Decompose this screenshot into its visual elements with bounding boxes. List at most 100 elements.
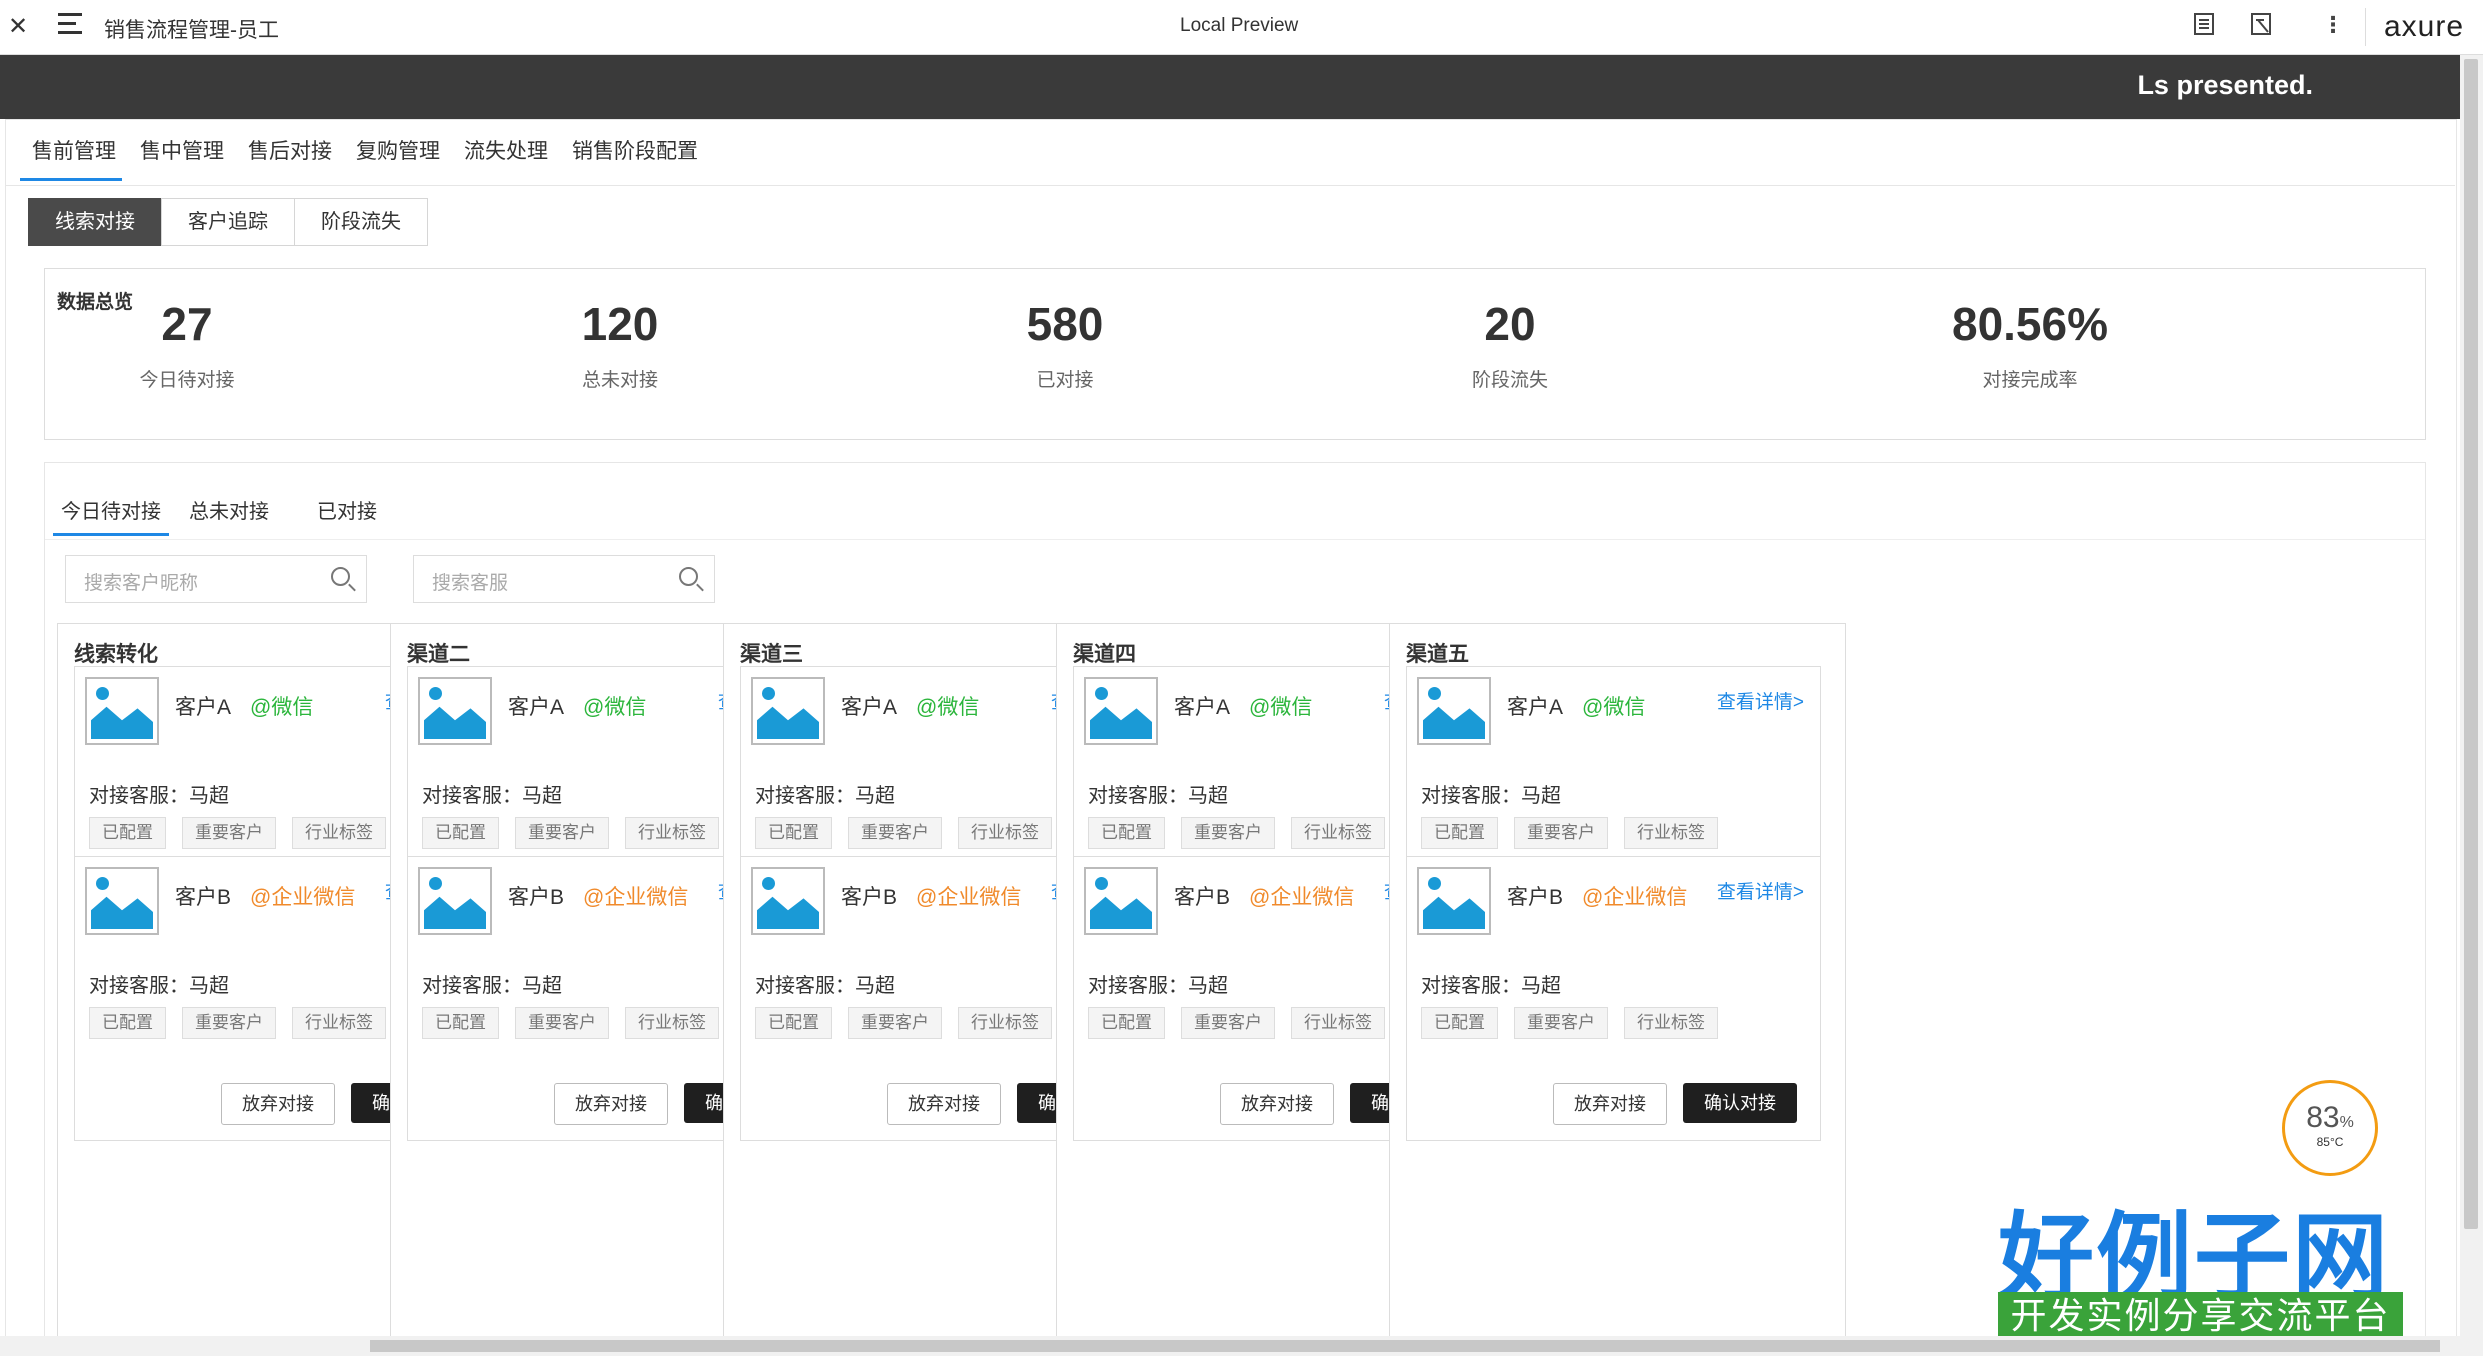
more-options-icon[interactable]: ⋮ xyxy=(2322,12,2346,38)
tab-connected[interactable]: 已对接 xyxy=(309,495,385,536)
main-tabs: 售前管理 售中管理 售后对接 复购管理 流失处理 销售阶段配置 xyxy=(20,135,710,181)
stat-value: 27 xyxy=(161,298,213,350)
scrollbar-thumb[interactable] xyxy=(2464,59,2478,1229)
customer-source: @微信 xyxy=(1249,696,1313,719)
watermark-logo: 好例子网 开发实例分享交流平台 xyxy=(1998,1180,2408,1352)
customer-source: @微信 xyxy=(1582,696,1646,719)
subtab-tracking[interactable]: 客户追踪 xyxy=(161,198,295,246)
tag-list: 已配置 重要客户 行业标签 xyxy=(89,817,402,849)
tab-today-pending[interactable]: 今日待对接 xyxy=(53,495,169,536)
tab-stage-config[interactable]: 销售阶段配置 xyxy=(560,135,710,181)
assigned-agent: 对接客服：马超 xyxy=(89,975,229,997)
temperature: 85°C xyxy=(2316,1135,2344,1149)
tag-list: 已配置 重要客户 行业标签 xyxy=(89,1007,402,1039)
subtab-leads[interactable]: 线索对接 xyxy=(28,198,162,246)
tag-label: 重要客户 xyxy=(1514,1007,1608,1039)
stat-label: 已对接 xyxy=(1036,370,1094,391)
column-title: 渠道五 xyxy=(1406,643,1469,666)
tag-label: 重要客户 xyxy=(1181,817,1275,849)
tab-presale[interactable]: 售前管理 xyxy=(20,135,128,181)
tag-label: 已配置 xyxy=(89,1007,166,1039)
abandon-button[interactable]: 放弃对接 xyxy=(554,1083,668,1125)
tag-label: 已配置 xyxy=(755,1007,832,1039)
customer-name: 客户A xyxy=(175,696,232,719)
abandon-button[interactable]: 放弃对接 xyxy=(1220,1083,1334,1125)
assigned-agent: 对接客服：马超 xyxy=(422,975,562,997)
tab-total-pending[interactable]: 总未对接 xyxy=(181,495,277,536)
subtab-stage-loss[interactable]: 阶段流失 xyxy=(294,198,428,246)
customer-name: 客户A xyxy=(508,696,565,719)
assigned-agent: 对接客服：马超 xyxy=(422,785,562,807)
stat-label: 总未对接 xyxy=(581,370,658,391)
assigned-agent: 对接客服：马超 xyxy=(755,975,895,997)
search-icon[interactable] xyxy=(679,567,698,586)
customer-card[interactable]: 客户B @企业微信 查看详情> 对接客服：马超已配置重要客户行业标签放弃对接确认对接 xyxy=(1406,856,1821,1141)
tag-label: 重要客户 xyxy=(515,1007,609,1039)
avatar-image-icon xyxy=(418,867,492,935)
tag-list: 已配置 重要客户 行业标签 xyxy=(422,817,735,849)
tab-repurchase[interactable]: 复购管理 xyxy=(344,135,452,181)
customer-name: 客户B xyxy=(841,886,898,909)
board-tabs-divider xyxy=(45,539,2425,540)
confirm-button[interactable]: 确认对接 xyxy=(1683,1083,1797,1123)
customer-name: 客户A xyxy=(1507,696,1564,719)
notes-icon[interactable] xyxy=(2193,12,2217,38)
customer-name: 客户B xyxy=(1174,886,1231,909)
avatar-image-icon xyxy=(85,867,159,935)
view-details-link[interactable]: 查看详情> xyxy=(1717,687,1804,714)
tag-label: 重要客户 xyxy=(1181,1007,1275,1039)
search-icon[interactable] xyxy=(331,567,350,586)
view-details-link[interactable]: 查看详情> xyxy=(1717,877,1804,904)
customer-name: 客户B xyxy=(1507,886,1564,909)
customer-source: @企业微信 xyxy=(250,886,356,909)
tag-label: 已配置 xyxy=(422,1007,499,1039)
tag-label: 重要客户 xyxy=(182,817,276,849)
system-monitor-widget[interactable]: 83% 85°C xyxy=(2282,1080,2378,1176)
percent-unit: % xyxy=(2339,1114,2354,1131)
tag-list: 已配置 重要客户 行业标签 xyxy=(1088,817,1401,849)
tab-churn[interactable]: 流失处理 xyxy=(452,135,560,181)
customer-source: @企业微信 xyxy=(1582,886,1688,909)
column-5: 渠道五客户A@微信查看详情>对接客服：马超已配置重要客户行业标签放弃对接确认对接… xyxy=(1389,623,1846,1343)
assigned-agent: 对接客服：马超 xyxy=(1088,785,1228,807)
column-title: 渠道三 xyxy=(740,643,803,666)
board-tabs: 今日待对接 总未对接 已对接 xyxy=(53,495,397,536)
tab-in-sale[interactable]: 售中管理 xyxy=(128,135,236,181)
tag-label: 已配置 xyxy=(1088,817,1165,849)
tag-label: 行业标签 xyxy=(625,817,719,849)
tag-label: 重要客户 xyxy=(848,817,942,849)
inspect-icon[interactable] xyxy=(2250,12,2274,38)
close-icon[interactable]: ✕ xyxy=(8,12,28,41)
tag-label: 重要客户 xyxy=(182,1007,276,1039)
abandon-button[interactable]: 放弃对接 xyxy=(221,1083,335,1125)
avatar-image-icon xyxy=(418,677,492,745)
tag-label: 行业标签 xyxy=(958,817,1052,849)
search-placeholder: 搜索客户昵称 xyxy=(84,573,199,594)
menu-icon[interactable] xyxy=(58,13,82,35)
scrollbar-thumb[interactable] xyxy=(370,1340,2440,1352)
avatar-image-icon xyxy=(85,677,159,745)
horizontal-scrollbar[interactable] xyxy=(0,1336,2460,1356)
vertical-scrollbar[interactable] xyxy=(2460,55,2483,1356)
stat-value: 580 xyxy=(1026,298,1104,350)
assigned-agent: 对接客服：马超 xyxy=(755,785,895,807)
banner-text: Ls presented. xyxy=(2137,70,2313,100)
customer-source: @微信 xyxy=(250,696,314,719)
tab-after-sale[interactable]: 售后对接 xyxy=(236,135,344,181)
stat-value: 80.56% xyxy=(1951,298,2108,350)
customer-search-input[interactable]: 搜索客户昵称 xyxy=(65,555,367,603)
tag-list: 已配置 重要客户 行业标签 xyxy=(1421,1007,1734,1039)
service-search-input[interactable]: 搜索客服 xyxy=(413,555,715,603)
avatar-image-icon xyxy=(751,677,825,745)
avatar-image-icon xyxy=(1084,677,1158,745)
customer-name: 客户A xyxy=(1174,696,1231,719)
tag-label: 行业标签 xyxy=(1624,817,1718,849)
tag-label: 已配置 xyxy=(89,817,166,849)
stat-today-pending: 27 今日待对接 xyxy=(37,297,337,392)
tag-list: 已配置 重要客户 行业标签 xyxy=(1421,817,1734,849)
stat-value: 120 xyxy=(581,298,659,350)
tag-label: 已配置 xyxy=(1421,1007,1498,1039)
abandon-button[interactable]: 放弃对接 xyxy=(1553,1083,1667,1125)
abandon-button[interactable]: 放弃对接 xyxy=(887,1083,1001,1125)
sub-tabs: 线索对接 客户追踪 阶段流失 xyxy=(28,198,428,246)
